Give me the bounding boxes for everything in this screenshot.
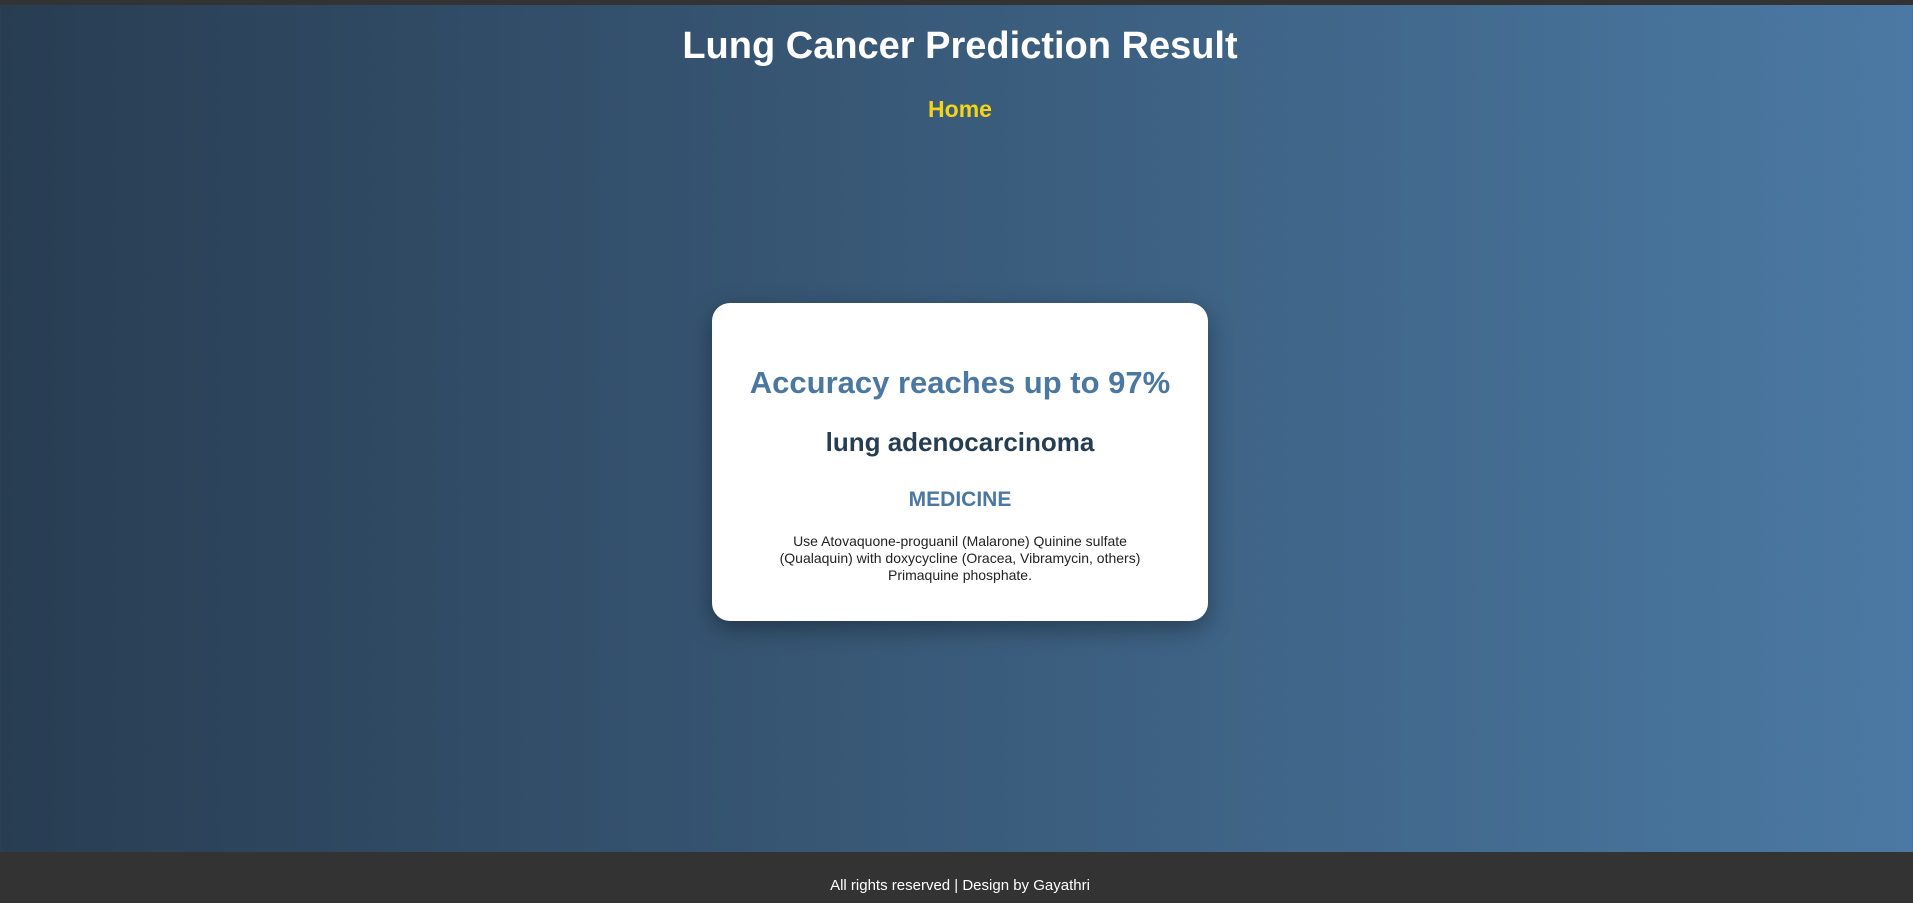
page-title: Lung Cancer Prediction Result [682, 25, 1238, 67]
medicine-description: Use Atovaquone-proguanil (Malarone) Quin… [779, 533, 1141, 583]
top-strip [0, 0, 1913, 5]
page-footer: All rights reserved | Design by Gayathri [0, 852, 1913, 903]
main-nav: Home [0, 94, 1913, 124]
result-card: Accuracy reaches up to 97% lung adenocar… [712, 303, 1208, 621]
footer-copyright: All rights reserved | Design by Gayathri [830, 877, 1090, 894]
diagnosis-result: lung adenocarcinoma [825, 427, 1095, 457]
medicine-heading: MEDICINE [908, 488, 1012, 511]
accuracy-heading: Accuracy reaches up to 97% [749, 365, 1171, 400]
nav-home-link[interactable]: Home [928, 96, 992, 122]
